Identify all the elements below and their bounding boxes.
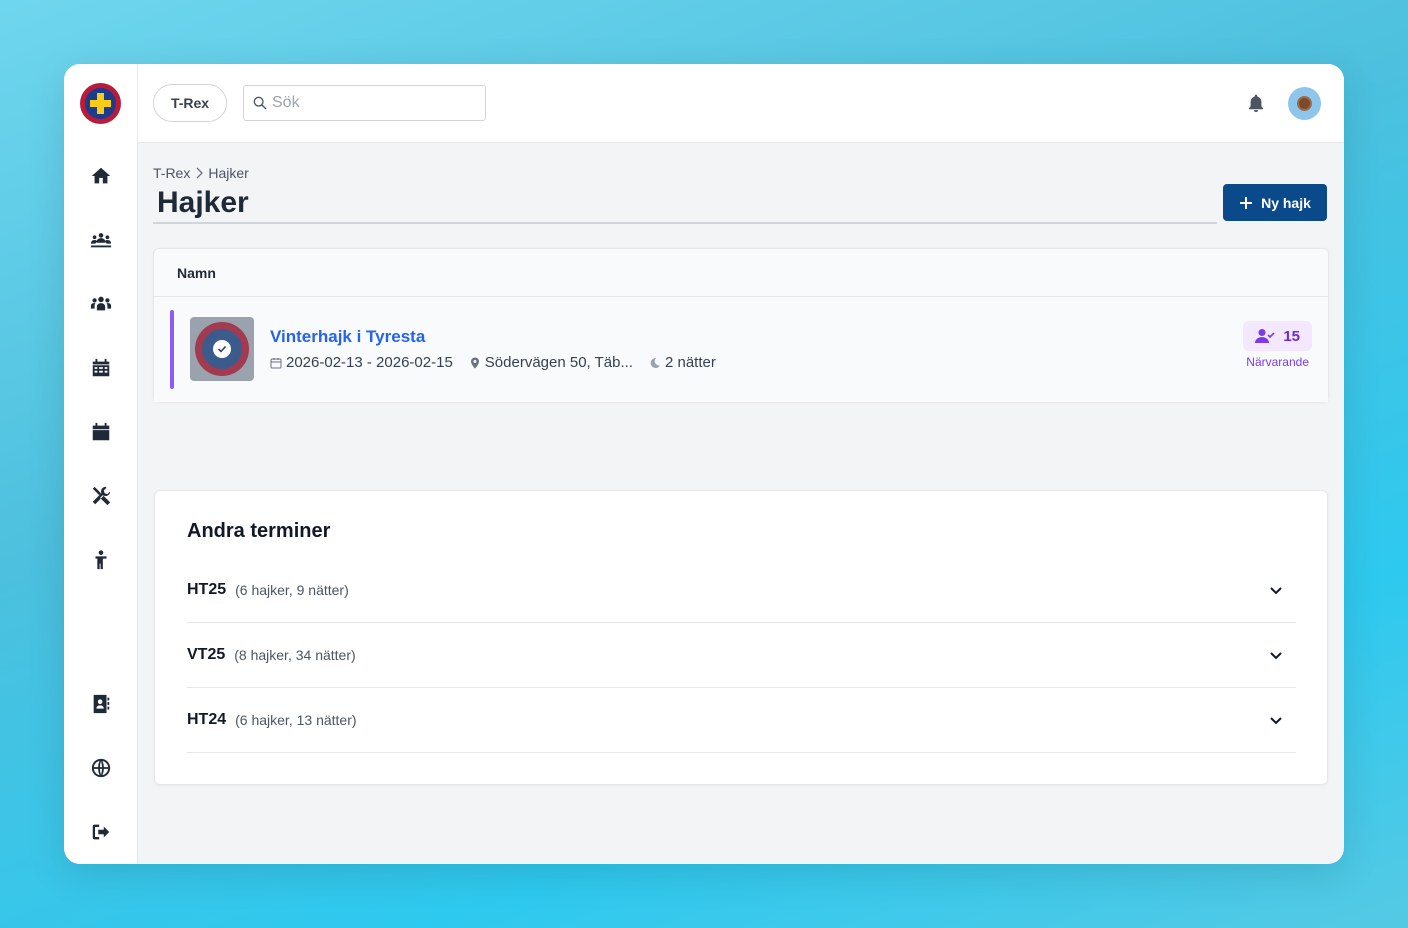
term-summary: (8 hajker, 34 nätter) [234,647,356,663]
hike-location-item: Södervägen 50, Täb... [469,354,633,371]
hike-meta: 2026-02-13 - 2026-02-15 Södervägen 50, T… [270,354,732,371]
search-input[interactable] [272,94,482,112]
tools-icon[interactable] [88,483,114,509]
globe-icon[interactable] [88,755,114,781]
term-name: VT25 [187,646,226,663]
attendance-badge: 15 [1243,321,1312,351]
new-hike-button[interactable]: Ny hajk [1223,184,1327,221]
column-header-name: Namn [154,249,1328,297]
address-book-icon[interactable] [88,691,114,717]
attendance-label: Närvarande [1246,355,1309,369]
check-icon [213,340,231,358]
org-logo[interactable] [80,83,121,124]
app-window: T-Rex T-Rex Hajker Hajker Ny hajk Namn [64,64,1344,864]
top-bar: T-Rex [138,64,1344,143]
hike-dates-item: 2026-02-13 - 2026-02-15 [270,354,453,371]
term-name: HT24 [187,711,227,728]
hike-thumbnail [190,317,254,381]
group-meeting-icon[interactable] [88,227,114,253]
breadcrumb: T-Rex Hajker [153,165,249,181]
hike-nights-item: 2 nätter [649,354,716,371]
term-name: HT25 [187,581,227,598]
term-row-ht25[interactable]: HT25 (6 hajker, 9 nätter) [187,558,1296,623]
calendar-small-icon [270,357,282,368]
org-switcher-button[interactable]: T-Rex [153,84,227,122]
term-summary: (6 hajker, 9 nätter) [235,582,349,598]
chevron-right-icon [196,167,204,179]
logout-icon[interactable] [88,819,114,845]
child-icon[interactable] [88,547,114,573]
search-box[interactable] [243,85,486,121]
sidebar [64,64,138,864]
plus-icon [1240,196,1253,209]
hike-dates: 2026-02-13 - 2026-02-15 [286,354,453,371]
bell-icon[interactable] [1244,91,1268,115]
row-accent-bar [170,310,174,389]
user-check-icon [1255,329,1275,343]
chevron-down-icon[interactable] [1268,647,1284,663]
other-terms-title: Andra terminer [187,520,331,542]
table-row[interactable]: Vinterhajk i Tyresta 2026-02-13 - 2026-0… [154,297,1328,402]
hike-name-link[interactable]: Vinterhajk i Tyresta [270,327,425,347]
attendance-count: 15 [1283,327,1300,345]
page-title: Hajker [157,186,249,219]
title-divider [153,222,1217,224]
breadcrumb-link-org[interactable]: T-Rex [153,165,190,181]
user-avatar[interactable] [1288,87,1321,120]
map-pin-icon [470,357,479,368]
calendar-icon[interactable] [88,419,114,445]
chevron-down-icon[interactable] [1268,582,1284,598]
breadcrumb-current: Hajker [208,165,249,181]
people-icon[interactable] [88,291,114,317]
hike-location: Södervägen 50, Täb... [484,354,633,371]
chevron-down-icon[interactable] [1268,712,1284,728]
term-row-vt25[interactable]: VT25 (8 hajker, 34 nätter) [187,623,1296,688]
main-content: T-Rex Hajker Hajker Ny hajk Namn Vinterh… [138,144,1344,864]
attendance-summary[interactable]: 15 Närvarande [1243,321,1312,369]
home-icon[interactable] [88,163,114,189]
moon-icon [650,357,660,368]
search-icon [253,96,267,110]
other-terms-card: Andra terminer HT25 (6 hajker, 9 nätter)… [154,490,1328,785]
term-row-ht24[interactable]: HT24 (6 hajker, 13 nätter) [187,688,1296,753]
calendar-grid-icon[interactable] [88,355,114,381]
term-summary: (6 hajker, 13 nätter) [235,712,357,728]
hike-nights: 2 nätter [664,354,716,371]
new-hike-button-label: Ny hajk [1261,194,1311,211]
hikes-table: Namn Vinterhajk i Tyresta 2026-02-13 - 2… [153,248,1329,402]
